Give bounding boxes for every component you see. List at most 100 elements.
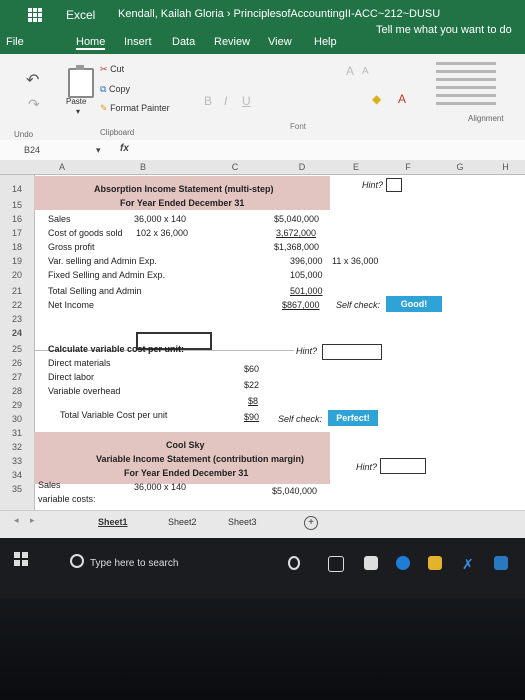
net-income-value[interactable]: $867,000 [282,300,320,310]
task-view-icon[interactable] [328,556,344,572]
file-explorer-icon[interactable] [428,556,442,570]
document-name[interactable]: Kendall, Kailah Gloria › PrinciplesofAcc… [118,8,440,20]
variable-costs-label[interactable]: variable costs: [38,494,96,504]
tab-data[interactable]: Data [172,36,195,48]
cortana-icon[interactable] [70,554,84,568]
sales-label[interactable]: Sales [48,214,71,224]
direct-labor-value[interactable]: $22 [244,380,259,390]
cut-button[interactable]: ✂ Cut [100,64,124,75]
hint-label[interactable]: Hint? [362,180,383,190]
microphone-icon[interactable] [288,556,300,570]
var-selling-calc[interactable]: 11 x 36,000 [332,256,378,266]
underline-icon[interactable]: U [242,94,251,108]
paste-button[interactable]: Paste [66,97,86,106]
tab-insert[interactable]: Insert [124,36,152,48]
cogs-label[interactable]: Cost of goods sold [48,228,123,238]
row-number[interactable]: 30 [0,414,34,424]
select-all-corner[interactable] [0,160,35,175]
tab-home[interactable]: Home [76,36,106,50]
column-header-h[interactable]: H [486,160,525,175]
column-header-c[interactable]: C [196,160,275,175]
row-number[interactable]: 27 [0,372,34,382]
dropbox-icon[interactable] [364,556,378,570]
row-number[interactable]: 25 [0,344,34,354]
app-launcher-icon[interactable] [28,8,42,22]
net-income-label[interactable]: Net Income [48,300,94,310]
row-number[interactable]: 19 [0,256,34,266]
tell-me-search[interactable]: Tell me what you want to do [376,24,512,36]
add-sheet-icon[interactable]: + [304,516,318,530]
row-number[interactable]: 31 [0,428,34,438]
row-number[interactable]: 14 [0,184,34,194]
hint-box[interactable] [386,178,402,192]
sales-calc-2[interactable]: 36,000 x 140 [134,482,186,492]
calc-heading[interactable]: Calculate variable cost per unit: [48,344,184,354]
scroll-left-icon[interactable]: ◂ [14,515,19,526]
direct-materials-label[interactable]: Direct materials [48,358,111,368]
taskbar-search[interactable]: Type here to search [90,558,178,569]
statement-period-2[interactable]: For Year Ended December 31 [124,468,248,478]
paste-dropdown-icon[interactable]: ▾ [76,107,80,116]
hint-box-3[interactable] [380,458,426,474]
var-selling-value[interactable]: 396,000 [290,256,323,266]
variable-overhead-label[interactable]: Variable overhead [48,386,120,396]
cogs-calc[interactable]: 102 x 36,000 [136,228,188,238]
var-selling-label[interactable]: Var. selling and Admin Exp. [48,256,157,266]
statement-title-2[interactable]: Variable Income Statement (contribution … [96,454,304,464]
statement-period[interactable]: For Year Ended December 31 [120,198,244,208]
format-painter-button[interactable]: ✎ Format Painter [100,103,170,114]
row-number[interactable]: 26 [0,358,34,368]
function-icon[interactable]: fx [120,143,129,154]
edge-icon[interactable] [396,556,410,570]
column-header-b[interactable]: B [90,160,197,175]
row-number[interactable]: 32 [0,442,34,452]
company-name[interactable]: Cool Sky [166,440,205,450]
self-check-label[interactable]: Self check: [336,300,380,310]
name-box[interactable]: B24 [24,145,40,155]
sales-calc[interactable]: 36,000 x 140 [134,214,186,224]
row-number[interactable]: 23 [0,314,34,324]
redo-icon[interactable]: ↷ [28,96,40,113]
direct-materials-value[interactable]: $60 [244,364,259,374]
tab-help[interactable]: Help [314,36,337,48]
row-number[interactable]: 16 [0,214,34,224]
windows-start-icon[interactable] [14,552,28,566]
fill-color-icon[interactable]: ◆ [372,92,381,106]
row-number[interactable]: 17 [0,228,34,238]
row-number[interactable]: 22 [0,300,34,310]
font-color-icon[interactable]: A [398,92,406,106]
paste-icon[interactable] [68,65,94,98]
sheet-tab-2[interactable]: Sheet2 [168,517,197,527]
fixed-selling-label[interactable]: Fixed Selling and Admin Exp. [48,270,165,280]
direct-labor-label[interactable]: Direct labor [48,372,94,382]
hint-label-2[interactable]: Hint? [296,346,317,356]
gross-profit-value[interactable]: $1,368,000 [274,242,319,252]
tab-view[interactable]: View [268,36,292,48]
gross-profit-label[interactable]: Gross profit [48,242,95,252]
statement-title[interactable]: Absorption Income Statement (multi-step) [94,184,274,194]
tab-review[interactable]: Review [214,36,250,48]
mail-icon[interactable]: ✗ [462,556,476,572]
sales-label-2[interactable]: Sales [38,480,61,490]
row-number[interactable]: 21 [0,286,34,296]
italic-icon[interactable]: I [224,94,227,108]
copy-button[interactable]: ⧉ Copy [100,84,130,95]
column-header-g[interactable]: G [434,160,487,175]
alignment-buttons[interactable] [436,62,496,110]
sheet-tab-1[interactable]: Sheet1 [98,517,128,527]
hint-box-2[interactable] [322,344,382,360]
row-number[interactable]: 28 [0,386,34,396]
row-number[interactable]: 20 [0,270,34,280]
row-number[interactable]: 35 [0,484,34,494]
variable-overhead-value[interactable]: $8 [248,396,258,406]
scroll-right-icon[interactable]: ▸ [30,515,35,526]
bold-icon[interactable]: B [204,94,212,108]
total-selling-value[interactable]: 501,000 [290,286,323,296]
name-box-dropdown-icon[interactable]: ▾ [96,145,101,156]
font-size-up-icon[interactable]: A [346,64,354,78]
hint-label-3[interactable]: Hint? [356,462,377,472]
row-number[interactable]: 29 [0,400,34,410]
sales-value[interactable]: $5,040,000 [274,214,319,224]
row-number[interactable]: 18 [0,242,34,252]
tab-file[interactable]: File [6,36,24,48]
